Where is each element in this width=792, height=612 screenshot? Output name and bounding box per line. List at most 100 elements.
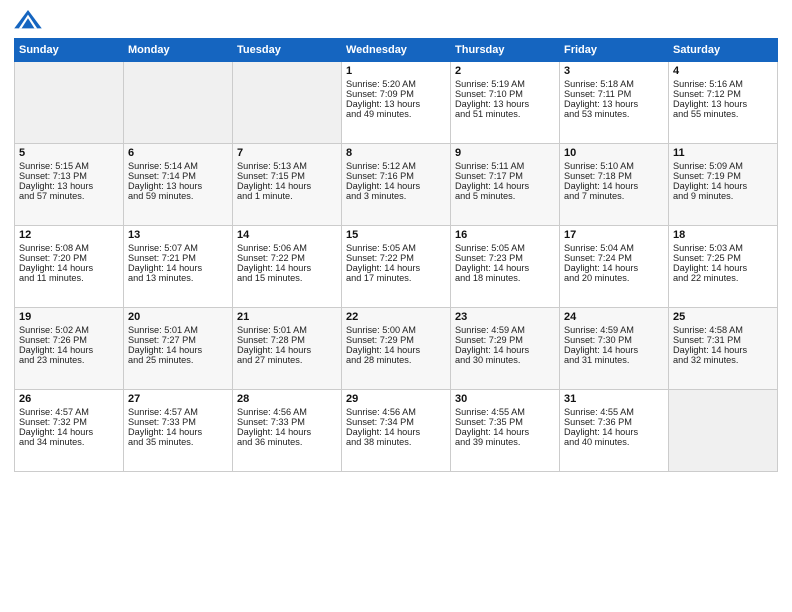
- cell-content: Daylight: 14 hours: [346, 427, 446, 437]
- cell-content: Daylight: 13 hours: [455, 99, 555, 109]
- cell-content: and 5 minutes.: [455, 191, 555, 201]
- cell-content: Sunset: 7:24 PM: [564, 253, 664, 263]
- cell-content: Sunrise: 5:04 AM: [564, 243, 664, 253]
- day-number: 23: [455, 311, 555, 323]
- calendar-cell: 23Sunrise: 4:59 AMSunset: 7:29 PMDayligh…: [451, 308, 560, 390]
- cell-content: Daylight: 14 hours: [128, 427, 228, 437]
- cell-content: Sunset: 7:27 PM: [128, 335, 228, 345]
- day-number: 15: [346, 229, 446, 241]
- day-number: 4: [673, 65, 773, 77]
- calendar-cell: [669, 390, 778, 472]
- cell-content: Daylight: 14 hours: [128, 345, 228, 355]
- cell-content: Sunset: 7:22 PM: [237, 253, 337, 263]
- cell-content: Sunset: 7:15 PM: [237, 171, 337, 181]
- cell-content: Sunrise: 5:13 AM: [237, 161, 337, 171]
- cell-content: and 11 minutes.: [19, 273, 119, 283]
- calendar-cell: 20Sunrise: 5:01 AMSunset: 7:27 PMDayligh…: [124, 308, 233, 390]
- cell-content: Daylight: 14 hours: [237, 181, 337, 191]
- day-number: 27: [128, 393, 228, 405]
- day-header-thursday: Thursday: [451, 39, 560, 62]
- cell-content: Sunrise: 5:14 AM: [128, 161, 228, 171]
- cell-content: and 25 minutes.: [128, 355, 228, 365]
- cell-content: Daylight: 14 hours: [237, 345, 337, 355]
- cell-content: Daylight: 13 hours: [346, 99, 446, 109]
- cell-content: Daylight: 14 hours: [346, 181, 446, 191]
- calendar-cell: 26Sunrise: 4:57 AMSunset: 7:32 PMDayligh…: [15, 390, 124, 472]
- header-row: [14, 10, 778, 32]
- day-header-friday: Friday: [560, 39, 669, 62]
- calendar-cell: 7Sunrise: 5:13 AMSunset: 7:15 PMDaylight…: [233, 144, 342, 226]
- cell-content: and 38 minutes.: [346, 437, 446, 447]
- header-row-days: SundayMondayTuesdayWednesdayThursdayFrid…: [15, 39, 778, 62]
- day-header-sunday: Sunday: [15, 39, 124, 62]
- calendar-cell: 1Sunrise: 5:20 AMSunset: 7:09 PMDaylight…: [342, 62, 451, 144]
- cell-content: Sunrise: 5:18 AM: [564, 79, 664, 89]
- calendar-cell: 3Sunrise: 5:18 AMSunset: 7:11 PMDaylight…: [560, 62, 669, 144]
- cell-content: Sunrise: 4:55 AM: [564, 407, 664, 417]
- cell-content: Sunrise: 4:55 AM: [455, 407, 555, 417]
- calendar-cell: 25Sunrise: 4:58 AMSunset: 7:31 PMDayligh…: [669, 308, 778, 390]
- cell-content: Daylight: 14 hours: [564, 263, 664, 273]
- cell-content: Daylight: 14 hours: [346, 263, 446, 273]
- calendar-cell: 12Sunrise: 5:08 AMSunset: 7:20 PMDayligh…: [15, 226, 124, 308]
- cell-content: Daylight: 14 hours: [19, 427, 119, 437]
- calendar-cell: 11Sunrise: 5:09 AMSunset: 7:19 PMDayligh…: [669, 144, 778, 226]
- cell-content: Daylight: 13 hours: [128, 181, 228, 191]
- cell-content: Sunrise: 4:58 AM: [673, 325, 773, 335]
- cell-content: Sunset: 7:29 PM: [455, 335, 555, 345]
- calendar-cell: 21Sunrise: 5:01 AMSunset: 7:28 PMDayligh…: [233, 308, 342, 390]
- cell-content: and 32 minutes.: [673, 355, 773, 365]
- day-number: 12: [19, 229, 119, 241]
- cell-content: Sunset: 7:12 PM: [673, 89, 773, 99]
- cell-content: and 28 minutes.: [346, 355, 446, 365]
- cell-content: Sunset: 7:11 PM: [564, 89, 664, 99]
- cell-content: Sunrise: 5:06 AM: [237, 243, 337, 253]
- calendar-container: SundayMondayTuesdayWednesdayThursdayFrid…: [0, 0, 792, 482]
- day-number: 25: [673, 311, 773, 323]
- day-number: 26: [19, 393, 119, 405]
- cell-content: Daylight: 14 hours: [19, 345, 119, 355]
- cell-content: Sunset: 7:22 PM: [346, 253, 446, 263]
- cell-content: and 39 minutes.: [455, 437, 555, 447]
- cell-content: and 22 minutes.: [673, 273, 773, 283]
- day-number: 21: [237, 311, 337, 323]
- cell-content: Daylight: 14 hours: [128, 263, 228, 273]
- cell-content: Sunrise: 5:20 AM: [346, 79, 446, 89]
- calendar-cell: 29Sunrise: 4:56 AMSunset: 7:34 PMDayligh…: [342, 390, 451, 472]
- calendar-cell: 31Sunrise: 4:55 AMSunset: 7:36 PMDayligh…: [560, 390, 669, 472]
- day-number: 16: [455, 229, 555, 241]
- calendar-cell: [233, 62, 342, 144]
- day-header-wednesday: Wednesday: [342, 39, 451, 62]
- cell-content: Daylight: 14 hours: [455, 181, 555, 191]
- cell-content: and 17 minutes.: [346, 273, 446, 283]
- calendar-cell: [15, 62, 124, 144]
- cell-content: Sunrise: 5:01 AM: [237, 325, 337, 335]
- day-number: 2: [455, 65, 555, 77]
- day-number: 5: [19, 147, 119, 159]
- logo-icon: [14, 10, 42, 32]
- cell-content: and 49 minutes.: [346, 109, 446, 119]
- cell-content: Sunrise: 5:12 AM: [346, 161, 446, 171]
- day-number: 20: [128, 311, 228, 323]
- cell-content: Sunrise: 5:03 AM: [673, 243, 773, 253]
- cell-content: Sunset: 7:29 PM: [346, 335, 446, 345]
- cell-content: Sunset: 7:35 PM: [455, 417, 555, 427]
- cell-content: Daylight: 14 hours: [237, 427, 337, 437]
- cell-content: Daylight: 14 hours: [237, 263, 337, 273]
- cell-content: Sunset: 7:13 PM: [19, 171, 119, 181]
- day-number: 9: [455, 147, 555, 159]
- cell-content: Sunset: 7:33 PM: [237, 417, 337, 427]
- day-number: 29: [346, 393, 446, 405]
- week-row-3: 12Sunrise: 5:08 AMSunset: 7:20 PMDayligh…: [15, 226, 778, 308]
- calendar-cell: 9Sunrise: 5:11 AMSunset: 7:17 PMDaylight…: [451, 144, 560, 226]
- cell-content: and 3 minutes.: [346, 191, 446, 201]
- cell-content: and 13 minutes.: [128, 273, 228, 283]
- cell-content: and 57 minutes.: [19, 191, 119, 201]
- cell-content: Sunset: 7:09 PM: [346, 89, 446, 99]
- cell-content: Sunset: 7:17 PM: [455, 171, 555, 181]
- cell-content: Sunset: 7:26 PM: [19, 335, 119, 345]
- day-number: 19: [19, 311, 119, 323]
- cell-content: Daylight: 14 hours: [564, 181, 664, 191]
- cell-content: Sunrise: 5:05 AM: [455, 243, 555, 253]
- day-number: 8: [346, 147, 446, 159]
